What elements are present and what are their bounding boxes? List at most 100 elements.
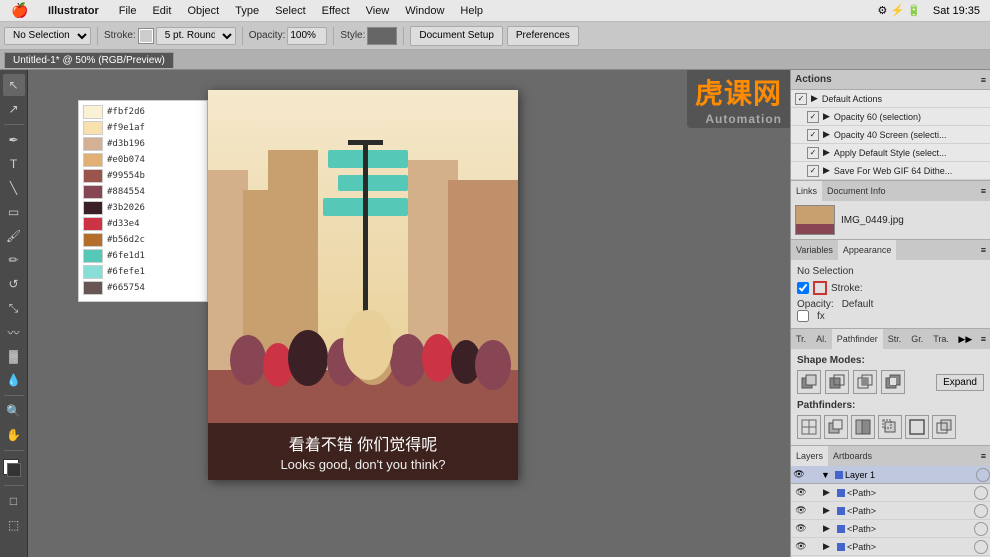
divide-btn[interactable] <box>797 415 821 439</box>
selection-tool[interactable]: ↖ <box>3 74 25 96</box>
document-info-tab[interactable]: Document Info <box>822 181 891 201</box>
swatch-6[interactable] <box>83 201 103 215</box>
pencil-tool[interactable]: ✏ <box>3 249 25 271</box>
transparency-tab[interactable]: Tra. <box>928 329 954 349</box>
shape-tool[interactable]: ▭ <box>3 201 25 223</box>
stroke-width-select[interactable]: 5 pt. Round <box>156 27 236 45</box>
text-tool[interactable]: T <box>3 153 25 175</box>
app-name[interactable]: Illustrator <box>40 0 107 22</box>
item-1-circle[interactable] <box>974 504 988 518</box>
pathfinder-more[interactable]: ▶▶ <box>954 334 976 345</box>
actions-check-2[interactable]: ✓ <box>807 129 819 141</box>
canvas-area[interactable]: #fbf2d6 #f9e1af #d3b196 #e0b074 #99554b … <box>28 70 790 557</box>
eyedropper-tool[interactable]: 💧 <box>3 369 25 391</box>
swatch-8[interactable] <box>83 233 103 247</box>
style-swatch[interactable] <box>367 27 397 45</box>
actions-expand-1[interactable]: ▶ <box>823 111 830 122</box>
swatch-3[interactable] <box>83 153 103 167</box>
swatch-7[interactable] <box>83 217 103 231</box>
actions-expand-3[interactable]: ▶ <box>823 147 830 158</box>
document-setup-button[interactable]: Document Setup <box>410 26 503 46</box>
layer-1-expand[interactable]: ▼ <box>821 470 833 480</box>
stroke-tab[interactable]: Str. <box>883 329 907 349</box>
selection-dropdown[interactable]: No Selection <box>4 27 91 45</box>
layers-tab[interactable]: Layers <box>791 446 828 466</box>
pathfinder-tab[interactable]: Pathfinder <box>832 329 883 349</box>
hand-tool[interactable]: ✋ <box>3 424 25 446</box>
paintbrush-tool[interactable]: 🖌 <box>3 225 25 247</box>
align-tab[interactable]: Al. <box>811 329 832 349</box>
item-3-circle[interactable] <box>974 540 988 554</box>
item-2-eye[interactable]: 👁 <box>793 521 809 537</box>
unite-btn[interactable] <box>797 370 821 394</box>
menu-help[interactable]: Help <box>452 0 491 22</box>
minus-front-btn[interactable] <box>825 370 849 394</box>
rotate-tool[interactable]: ↺ <box>3 273 25 295</box>
actions-check-0[interactable]: ✓ <box>795 93 807 105</box>
apple-menu[interactable]: 🍎 <box>0 2 40 19</box>
gradient-tool[interactable]: ▓ <box>3 345 25 367</box>
menu-select[interactable]: Select <box>267 0 314 22</box>
swatch-4[interactable] <box>83 169 103 183</box>
item-2-circle[interactable] <box>974 522 988 536</box>
zoom-tool[interactable]: 🔍 <box>3 400 25 422</box>
menu-type[interactable]: Type <box>227 0 267 22</box>
swatch-2[interactable] <box>83 137 103 151</box>
item-3-eye[interactable]: 👁 <box>793 539 809 555</box>
warp-tool[interactable]: 〰 <box>3 321 25 343</box>
line-tool[interactable]: ╲ <box>3 177 25 199</box>
actions-check-4[interactable]: ✓ <box>807 165 819 177</box>
item-1-expand[interactable]: ▶ <box>823 505 835 516</box>
opacity-input[interactable] <box>287 27 327 45</box>
fx-checkbox[interactable] <box>797 310 809 322</box>
swatch-5[interactable] <box>83 185 103 199</box>
swatch-10[interactable] <box>83 265 103 279</box>
menu-window[interactable]: Window <box>397 0 452 22</box>
stroke-color-icon[interactable] <box>813 281 827 295</box>
stroke-checkbox[interactable] <box>797 282 809 294</box>
appearance-tab[interactable]: Appearance <box>838 240 897 260</box>
menu-file[interactable]: File <box>111 0 145 22</box>
swatch-0[interactable] <box>83 105 103 119</box>
actions-expand-2[interactable]: ▶ <box>823 129 830 140</box>
swatch-11[interactable] <box>83 281 103 295</box>
item-0-expand[interactable]: ▶ <box>823 487 835 498</box>
links-tab[interactable]: Links <box>791 181 822 201</box>
actions-close[interactable]: ≡ <box>981 75 986 85</box>
menu-effect[interactable]: Effect <box>314 0 358 22</box>
exclude-btn[interactable] <box>881 370 905 394</box>
actions-check-1[interactable]: ✓ <box>807 111 819 123</box>
links-more[interactable]: ≡ <box>977 186 990 196</box>
swatch-9[interactable] <box>83 249 103 263</box>
expand-button[interactable]: Expand <box>936 374 984 391</box>
actions-check-3[interactable]: ✓ <box>807 147 819 159</box>
variables-tab[interactable]: Variables <box>791 240 838 260</box>
direct-selection-tool[interactable]: ↗ <box>3 98 25 120</box>
actions-expand-4[interactable]: ▶ <box>823 165 830 176</box>
crop-btn[interactable] <box>878 415 902 439</box>
preferences-button[interactable]: Preferences <box>507 26 579 46</box>
outline-btn[interactable] <box>905 415 929 439</box>
item-0-circle[interactable] <box>974 486 988 500</box>
stroke-color-swatch[interactable] <box>138 28 154 44</box>
gradient-tab[interactable]: Gr. <box>906 329 928 349</box>
pathfinder-menu[interactable]: ≡ <box>977 334 990 344</box>
swatch-1[interactable] <box>83 121 103 135</box>
item-1-eye[interactable]: 👁 <box>793 503 809 519</box>
artboard-tool[interactable]: ⬚ <box>3 514 25 536</box>
minus-back-btn[interactable] <box>932 415 956 439</box>
item-3-expand[interactable]: ▶ <box>823 541 835 552</box>
transform-tab[interactable]: Tr. <box>791 329 811 349</box>
artboards-tab[interactable]: Artboards <box>828 446 877 466</box>
layer-1-circle[interactable] <box>976 468 990 482</box>
menu-object[interactable]: Object <box>179 0 227 22</box>
merge-btn[interactable] <box>851 415 875 439</box>
actions-expand-0[interactable]: ▶ <box>811 93 818 104</box>
scale-tool[interactable]: ⤡ <box>3 297 25 319</box>
normal-mode[interactable]: □ <box>3 490 25 512</box>
document-tab[interactable]: Untitled-1* @ 50% (RGB/Preview) <box>4 52 174 68</box>
menu-view[interactable]: View <box>358 0 398 22</box>
trim-btn[interactable] <box>824 415 848 439</box>
intersect-btn[interactable] <box>853 370 877 394</box>
layer-1-eye[interactable]: 👁 <box>791 467 807 483</box>
